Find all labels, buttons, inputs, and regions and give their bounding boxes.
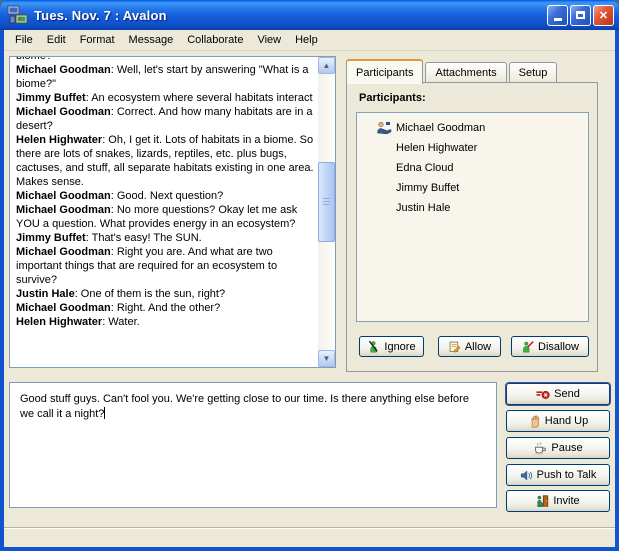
- participant-name: Jimmy Buffet: [396, 182, 459, 194]
- chat-message: Michael Goodman: No more questions? Okay…: [16, 203, 314, 231]
- chat-transcript-box: biome?Michael Goodman: Well, let's start…: [9, 56, 336, 368]
- disallow-button[interactable]: Disallow: [511, 336, 589, 357]
- coffee-cup-icon: [533, 441, 547, 455]
- invite-door-icon: [536, 494, 549, 508]
- participant-icon-placeholder: [375, 201, 392, 215]
- participant-row[interactable]: Michael Goodman: [357, 118, 588, 138]
- chat-message: Michael Goodman: Correct. And how many h…: [16, 105, 314, 133]
- scrollbar-grip-icon: [323, 198, 330, 206]
- menu-collaborate[interactable]: Collaborate: [180, 32, 250, 48]
- participant-row[interactable]: Jimmy Buffet: [357, 178, 588, 198]
- tab-participants[interactable]: Participants: [346, 59, 423, 84]
- participant-row[interactable]: Helen Highwater: [357, 138, 588, 158]
- ignore-label: Ignore: [384, 341, 415, 353]
- message-text: Good stuff guys. Can't fool you. We're g…: [20, 393, 469, 420]
- hand-up-label: Hand Up: [545, 415, 588, 427]
- menu-help[interactable]: Help: [288, 32, 325, 48]
- participant-name: Michael Goodman: [396, 122, 485, 134]
- window-title: Tues. Nov. 7 : Avalon: [34, 8, 167, 23]
- allow-button[interactable]: Allow: [438, 336, 501, 357]
- text-caret: [104, 407, 105, 419]
- menu-view[interactable]: View: [250, 32, 288, 48]
- participants-list[interactable]: Michael Goodman Helen Highwater Edna Cloud…: [356, 112, 589, 322]
- allow-label: Allow: [465, 341, 491, 353]
- chat-message: Helen Highwater: Oh, I get it. Lots of h…: [16, 133, 314, 189]
- participant-icon-placeholder: [375, 141, 392, 155]
- scroll-up-button[interactable]: ▲: [318, 57, 335, 74]
- hand-icon: [528, 415, 541, 428]
- invite-label: Invite: [553, 495, 579, 507]
- participant-icon-placeholder: [375, 161, 392, 175]
- chat-message: Jimmy Buffet: That's easy! The SUN.: [16, 231, 314, 245]
- menu-file[interactable]: File: [8, 32, 40, 48]
- speaker-icon: [520, 469, 533, 482]
- ignore-person-icon: [367, 340, 380, 353]
- tab-attachments[interactable]: Attachments: [425, 62, 506, 83]
- chat-message: Michael Goodman: Right. And the other?: [16, 301, 314, 315]
- participant-name: Helen Highwater: [396, 142, 477, 154]
- participant-icon-placeholder: [375, 181, 392, 195]
- participant-name: Justin Hale: [396, 202, 450, 214]
- tab-setup[interactable]: Setup: [509, 62, 558, 83]
- participant-row[interactable]: Edna Cloud: [357, 158, 588, 178]
- pause-button[interactable]: Pause: [506, 437, 610, 459]
- client-area: FileEditFormatMessageCollaborateViewHelp…: [4, 30, 615, 547]
- send-button[interactable]: Send: [506, 383, 610, 405]
- menu-edit[interactable]: Edit: [40, 32, 73, 48]
- right-panel-tabs: ParticipantsAttachmentsSetup: [346, 60, 557, 83]
- hand-up-button[interactable]: Hand Up: [506, 410, 610, 432]
- disallow-person-icon: [521, 340, 534, 353]
- pause-label: Pause: [551, 442, 582, 454]
- ignore-button[interactable]: Ignore: [359, 336, 424, 357]
- close-button[interactable]: ✕: [593, 5, 614, 26]
- maximize-button[interactable]: [570, 5, 591, 26]
- chat-transcript[interactable]: biome?Michael Goodman: Well, let's start…: [10, 57, 318, 367]
- push-to-talk-label: Push to Talk: [537, 469, 597, 481]
- chat-message: Michael Goodman: Right you are. And what…: [16, 245, 314, 287]
- menu-format[interactable]: Format: [73, 32, 122, 48]
- chat-message: Justin Hale: One of them is the sun, rig…: [16, 287, 314, 301]
- minimize-icon: [554, 18, 562, 21]
- message-input[interactable]: Good stuff guys. Can't fool you. We're g…: [9, 382, 497, 508]
- chat-message: Jimmy Buffet: An ecosystem where several…: [16, 91, 314, 105]
- status-bar: [4, 529, 615, 547]
- scrollbar-thumb[interactable]: [318, 162, 335, 242]
- send-label: Send: [554, 388, 580, 400]
- window-controls: ✕: [547, 5, 614, 26]
- participants-panel: Participants: Michael Goodman Helen Highw…: [346, 82, 598, 372]
- send-icon: [536, 388, 550, 401]
- scroll-down-button[interactable]: ▼: [318, 350, 335, 367]
- chat-message: Michael Goodman: Good. Next question?: [16, 189, 314, 203]
- minimize-button[interactable]: [547, 5, 568, 26]
- app-window: Tues. Nov. 7 : Avalon ✕ FileEditFormatMe…: [0, 0, 619, 551]
- chat-message: Helen Highwater: Water.: [16, 315, 314, 329]
- allow-note-icon: [448, 340, 461, 353]
- invite-button[interactable]: Invite: [506, 490, 610, 512]
- menu-message[interactable]: Message: [122, 32, 181, 48]
- disallow-label: Disallow: [538, 341, 579, 353]
- app-icon: [7, 4, 29, 26]
- menu-bar: FileEditFormatMessageCollaborateViewHelp: [4, 30, 615, 51]
- participant-name: Edna Cloud: [396, 162, 454, 174]
- participant-row[interactable]: Justin Hale: [357, 198, 588, 218]
- maximize-icon: [576, 11, 585, 19]
- push-to-talk-button[interactable]: Push to Talk: [506, 464, 610, 486]
- titlebar: Tues. Nov. 7 : Avalon ✕: [0, 0, 619, 30]
- transcript-scrollbar: ▲ ▼: [318, 57, 335, 367]
- scrollbar-track[interactable]: [318, 74, 335, 350]
- participants-label: Participants:: [359, 92, 426, 104]
- presenter-icon: [375, 121, 392, 135]
- chat-message: Michael Goodman: Well, let's start by an…: [16, 63, 314, 91]
